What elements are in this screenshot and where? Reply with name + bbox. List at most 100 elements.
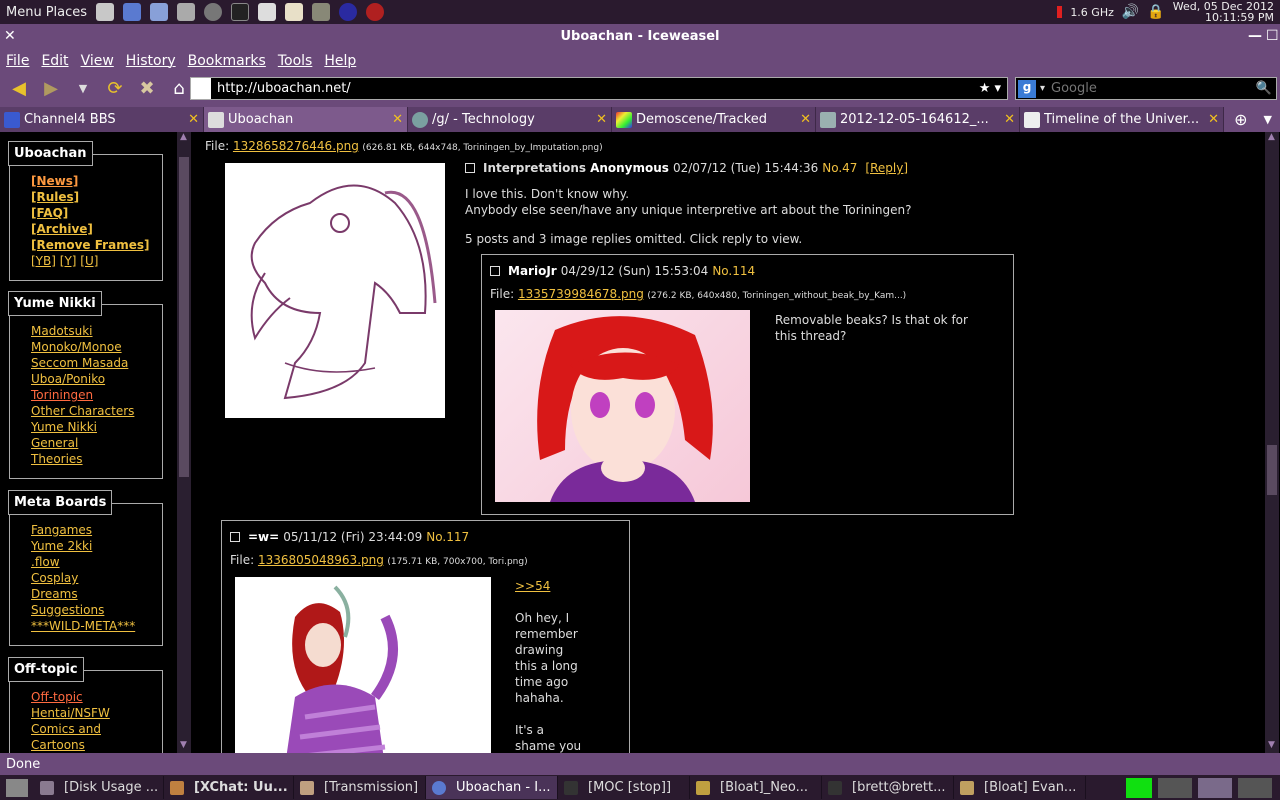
search-input[interactable]: [1051, 81, 1252, 96]
workspace-2-icon[interactable]: [1198, 777, 1232, 798]
rules-link[interactable]: [Rules]: [31, 189, 162, 205]
folder-icon[interactable]: [96, 3, 115, 21]
tab-screenshot[interactable]: 2012-12-05-164612_... ✕: [816, 107, 1020, 132]
op-select-checkbox[interactable]: [465, 163, 475, 173]
scroll-down-icon[interactable]: ▼: [180, 740, 187, 750]
reply-file-link[interactable]: 1336805048963.png: [258, 553, 384, 567]
board-link[interactable]: Yume Nikki: [31, 419, 162, 435]
tab-close-icon[interactable]: ✕: [1208, 112, 1219, 127]
menu-tools[interactable]: Tools: [278, 53, 313, 69]
search-engine-dropdown-icon[interactable]: ▾: [1040, 83, 1045, 94]
board-link[interactable]: Seccom Masada: [31, 355, 162, 371]
task-transmission[interactable]: [Transmission]: [294, 776, 426, 799]
places-button[interactable]: Places: [46, 5, 87, 20]
minimize-icon[interactable]: —: [1248, 28, 1262, 44]
menu-button[interactable]: Menu: [6, 5, 42, 20]
workspace-1-icon[interactable]: [1158, 777, 1192, 798]
board-link[interactable]: Comics and: [31, 721, 162, 737]
board-link[interactable]: Off-topic: [31, 689, 162, 705]
main-frame-scrollbar[interactable]: ▲ ▼: [1265, 132, 1279, 753]
board-link[interactable]: Cartoons: [31, 737, 162, 753]
tool-launcher-icon[interactable]: [312, 3, 331, 21]
site-identity-icon[interactable]: [191, 78, 211, 99]
menu-history[interactable]: History: [126, 53, 176, 69]
task-moc[interactable]: [MOC [stop]]: [558, 776, 690, 799]
task-iceweasel[interactable]: Uboachan - I...: [426, 776, 558, 799]
lock-icon[interactable]: 🔒: [1147, 4, 1164, 20]
tab-technology[interactable]: /g/ - Technology ✕: [408, 107, 612, 132]
board-link[interactable]: General: [31, 435, 162, 451]
stop-icon[interactable]: ✖: [134, 77, 160, 101]
reply-post-number[interactable]: No.114: [712, 264, 755, 278]
board-link[interactable]: .flow: [31, 554, 162, 570]
media-launcher-icon[interactable]: [366, 3, 385, 21]
news-link[interactable]: [News]: [31, 173, 162, 189]
browser-launcher-icon[interactable]: [123, 3, 142, 21]
reply-file-link[interactable]: 1335739984678.png: [518, 287, 644, 301]
quote-link[interactable]: >>54: [515, 578, 581, 594]
tab-close-icon[interactable]: ✕: [596, 112, 607, 127]
board-link[interactable]: ***WILD-META***: [31, 618, 162, 634]
task-disk-usage[interactable]: [Disk Usage ...: [34, 776, 164, 799]
home-icon[interactable]: ⌂: [166, 77, 192, 101]
board-link[interactable]: Dreams: [31, 586, 162, 602]
left-frame-scrollbar[interactable]: ▲ ▼: [177, 132, 191, 753]
menu-edit[interactable]: Edit: [41, 53, 68, 69]
op-post-number[interactable]: No.47: [822, 161, 857, 175]
workspace-3-icon[interactable]: [1238, 777, 1272, 798]
url-bar[interactable]: http://uboachan.net/ ★ ▾: [190, 77, 1008, 100]
tab-close-icon[interactable]: ✕: [392, 112, 403, 127]
scrollbar-thumb[interactable]: [179, 157, 189, 477]
reply-select-checkbox[interactable]: [230, 532, 240, 542]
menu-bookmarks[interactable]: Bookmarks: [188, 53, 266, 69]
tab-close-icon[interactable]: ✕: [1004, 112, 1015, 127]
scroll-up-icon[interactable]: ▲: [180, 132, 187, 142]
u-link[interactable]: [U]: [80, 254, 98, 268]
tab-close-icon[interactable]: ✕: [188, 112, 199, 127]
reply-select-checkbox[interactable]: [490, 266, 500, 276]
board-link[interactable]: Yume 2kki: [31, 538, 162, 554]
faq-link[interactable]: [FAQ]: [31, 205, 162, 221]
scroll-up-icon[interactable]: ▲: [1268, 132, 1275, 142]
forward-arrow-icon[interactable]: ▶: [38, 77, 64, 101]
scroll-down-icon[interactable]: ▼: [1268, 740, 1275, 750]
tab-list-icon[interactable]: ▼: [1264, 113, 1272, 126]
archive-link[interactable]: [Archive]: [31, 221, 162, 237]
yb-link[interactable]: [YB]: [31, 254, 56, 268]
back-arrow-icon[interactable]: ◀: [6, 77, 32, 101]
chat-launcher-icon[interactable]: [339, 3, 358, 21]
reply-image[interactable]: [495, 310, 750, 502]
board-link[interactable]: Other Characters: [31, 403, 162, 419]
board-link[interactable]: Monoko/Monoe: [31, 339, 162, 355]
reply-post-number[interactable]: No.117: [426, 530, 469, 544]
tab-channel4[interactable]: Channel4 BBS ✕: [0, 107, 204, 132]
board-link[interactable]: Theories: [31, 451, 162, 467]
board-link[interactable]: Uboa/Poniko: [31, 371, 162, 387]
history-dropdown-icon[interactable]: ▼: [70, 77, 96, 101]
tab-timeline[interactable]: Timeline of the Univer... ✕: [1020, 107, 1224, 132]
menu-help[interactable]: Help: [324, 53, 356, 69]
menu-file[interactable]: File: [6, 53, 29, 69]
search-bar[interactable]: g ▾ 🔍: [1015, 77, 1277, 100]
board-link[interactable]: Madotsuki: [31, 323, 162, 339]
tab-uboachan[interactable]: Uboachan ✕: [204, 107, 408, 132]
op-file-link[interactable]: 1328658276446.png: [233, 139, 359, 153]
reply-image[interactable]: [235, 577, 491, 753]
scrollbar-thumb[interactable]: [1267, 445, 1277, 495]
clock[interactable]: Wed, 05 Dec 2012 10:11:59 PM: [1173, 1, 1274, 23]
reload-icon[interactable]: ⟳: [102, 77, 128, 101]
board-link[interactable]: Toriningen: [31, 387, 162, 403]
op-image[interactable]: [225, 163, 445, 418]
volume-icon[interactable]: 🔊: [1122, 4, 1139, 20]
editor-launcher-icon[interactable]: [150, 3, 169, 21]
task-xchat[interactable]: [XChat: Uu...: [164, 776, 294, 799]
draw-launcher-icon[interactable]: [285, 3, 304, 21]
search-engine-icon[interactable]: g: [1018, 79, 1036, 98]
board-link[interactable]: Hentai/NSFW: [31, 705, 162, 721]
show-desktop-icon[interactable]: [6, 778, 28, 797]
task-bloat-evan[interactable]: [Bloat] Evan...: [954, 776, 1086, 799]
new-tab-icon[interactable]: ⊕: [1234, 110, 1247, 129]
image-launcher-icon[interactable]: [177, 3, 196, 21]
close-window-icon[interactable]: ✕: [4, 28, 16, 44]
board-link[interactable]: Fangames: [31, 522, 162, 538]
